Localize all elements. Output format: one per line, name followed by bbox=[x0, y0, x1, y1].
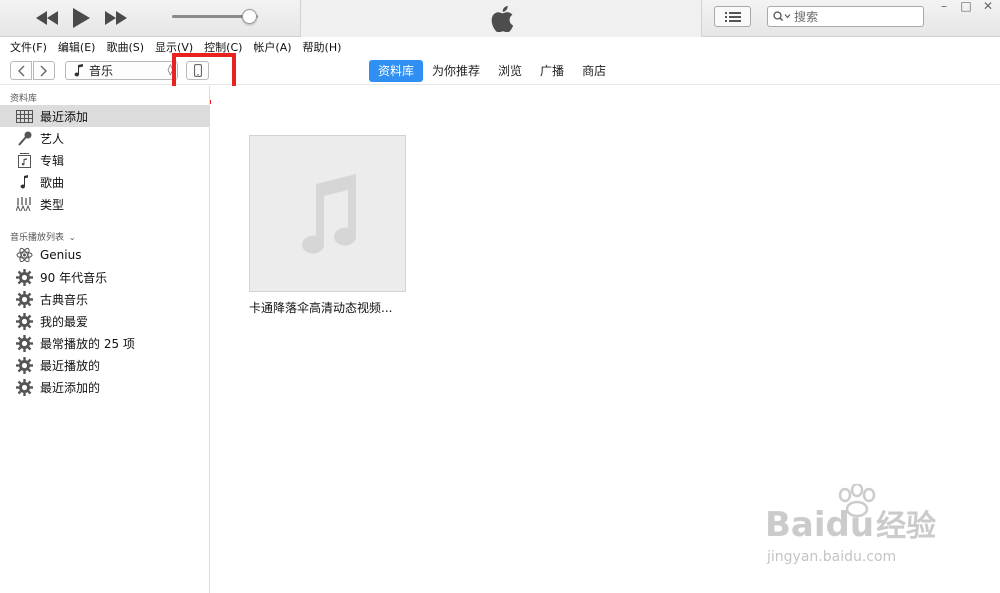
microphone-icon bbox=[16, 130, 33, 147]
album-icon bbox=[16, 152, 33, 169]
sidebar-item-label: 类型 bbox=[40, 197, 65, 212]
sidebar-item-playlist-classical[interactable]: 古典音乐 bbox=[0, 288, 210, 310]
gear-icon bbox=[16, 334, 33, 352]
watermark-brand: Baidu经验 bbox=[765, 505, 937, 545]
sidebar-item-playlist-90s[interactable]: 90 年代音乐 bbox=[0, 266, 210, 288]
gear-icon bbox=[16, 290, 33, 308]
sidebar-item-playlist-recently-played[interactable]: 最近播放的 bbox=[0, 354, 210, 376]
tab-radio[interactable]: 广播 bbox=[531, 60, 573, 82]
fast-forward-icon[interactable] bbox=[103, 8, 129, 28]
album-title[interactable]: 卡通降落伞高清动态视频... bbox=[249, 299, 392, 316]
sidebar-item-playlist-favorites[interactable]: 我的最爱 bbox=[0, 310, 210, 332]
baidu-jingyan-watermark: Baidu经验 jingyan.baidu.com bbox=[757, 484, 957, 577]
tab-library[interactable]: 资料库 bbox=[369, 60, 424, 82]
list-icon bbox=[724, 11, 741, 22]
genre-icon bbox=[16, 196, 33, 213]
sidebar-item-label: 最近添加的 bbox=[40, 380, 101, 395]
close-icon[interactable]: ✕ bbox=[978, 0, 998, 12]
watermark-url: jingyan.baidu.com bbox=[767, 549, 897, 565]
menu-bar: 文件(F) 编辑(E) 歌曲(S) 显示(V) 控制(C) 帐户(A) 帮助(H… bbox=[0, 37, 1000, 57]
search-input[interactable] bbox=[794, 9, 914, 24]
sidebar: 资料库 最近添加 艺人 专辑 歌曲 类型 音乐播放列表 ⌄ Genius 90 … bbox=[0, 86, 210, 593]
chevron-right-icon bbox=[40, 65, 47, 76]
sidebar-library-header: 资料库 bbox=[10, 94, 38, 104]
sidebar-item-label: 艺人 bbox=[40, 131, 65, 146]
menu-help[interactable]: 帮助(H) bbox=[303, 39, 342, 55]
sidebar-item-genres[interactable]: 类型 bbox=[0, 193, 210, 215]
back-button[interactable] bbox=[10, 61, 32, 80]
grid-icon bbox=[16, 108, 33, 125]
rewind-icon[interactable] bbox=[34, 8, 60, 28]
sidebar-playlists-header[interactable]: 音乐播放列表 ⌄ bbox=[10, 230, 76, 243]
menu-song[interactable]: 歌曲(S) bbox=[106, 39, 144, 55]
genius-atom-icon bbox=[16, 247, 33, 264]
sidebar-item-label: 最近播放的 bbox=[40, 358, 101, 373]
menu-file[interactable]: 文件(F) bbox=[10, 39, 47, 55]
music-note-icon bbox=[301, 173, 356, 254]
apple-logo-icon bbox=[491, 6, 514, 32]
minimize-icon[interactable]: – bbox=[934, 0, 954, 12]
gear-icon bbox=[16, 356, 33, 374]
sidebar-item-playlist-top-25[interactable]: 最常播放的 25 项 bbox=[0, 332, 210, 354]
forward-button[interactable] bbox=[33, 61, 55, 80]
sidebar-item-label: 专辑 bbox=[40, 153, 65, 168]
gear-icon bbox=[16, 268, 33, 286]
search-box[interactable] bbox=[767, 6, 924, 27]
sidebar-item-recently-added[interactable]: 最近添加 bbox=[0, 105, 210, 127]
sidebar-item-label: 歌曲 bbox=[40, 175, 65, 190]
sidebar-item-label: 最近添加 bbox=[40, 109, 89, 124]
sidebar-item-songs[interactable]: 歌曲 bbox=[0, 171, 210, 193]
sidebar-item-playlist-recently-added[interactable]: 最近添加的 bbox=[0, 376, 210, 398]
sidebar-item-artists[interactable]: 艺人 bbox=[0, 127, 210, 149]
sidebar-item-label: 90 年代音乐 bbox=[40, 270, 108, 285]
play-icon[interactable] bbox=[70, 8, 92, 28]
media-type-label: 音乐 bbox=[89, 64, 114, 78]
music-note-icon bbox=[16, 174, 33, 191]
gear-icon bbox=[16, 378, 33, 396]
tab-browse[interactable]: 浏览 bbox=[489, 60, 531, 82]
sidebar-item-label: 我的最爱 bbox=[40, 314, 89, 329]
sidebar-item-label: Genius bbox=[40, 248, 82, 262]
sidebar-item-label: 最常播放的 25 项 bbox=[40, 336, 135, 351]
sidebar-item-genius[interactable]: Genius bbox=[0, 244, 210, 266]
maximize-icon[interactable]: □ bbox=[956, 0, 976, 12]
now-playing-display bbox=[300, 0, 702, 37]
menu-account[interactable]: 帐户(A) bbox=[253, 39, 291, 55]
music-note-icon bbox=[74, 64, 83, 77]
tab-for-you[interactable]: 为你推荐 bbox=[423, 60, 489, 82]
tab-store[interactable]: 商店 bbox=[573, 60, 615, 82]
volume-knob[interactable] bbox=[241, 9, 257, 24]
navigation-bar: 音乐 ◊ 资料库 为你推荐 浏览 广播 商店 bbox=[0, 57, 1000, 85]
sidebar-item-albums[interactable]: 专辑 bbox=[0, 149, 210, 171]
gear-icon bbox=[16, 312, 33, 330]
sidebar-item-label: 古典音乐 bbox=[40, 292, 89, 307]
menu-edit[interactable]: 编辑(E) bbox=[58, 39, 96, 55]
library-tabs: 资料库 为你推荐 浏览 广播 商店 bbox=[369, 60, 615, 82]
up-next-list-button[interactable] bbox=[714, 6, 751, 27]
chevron-left-icon bbox=[18, 65, 25, 76]
player-toolbar: – □ ✕ bbox=[0, 0, 1000, 37]
media-type-selector[interactable]: 音乐 ◊ bbox=[65, 61, 178, 80]
album-artwork-placeholder[interactable] bbox=[249, 135, 406, 292]
search-icon bbox=[773, 11, 791, 21]
chevron-down-icon: ⌄ bbox=[68, 233, 76, 242]
